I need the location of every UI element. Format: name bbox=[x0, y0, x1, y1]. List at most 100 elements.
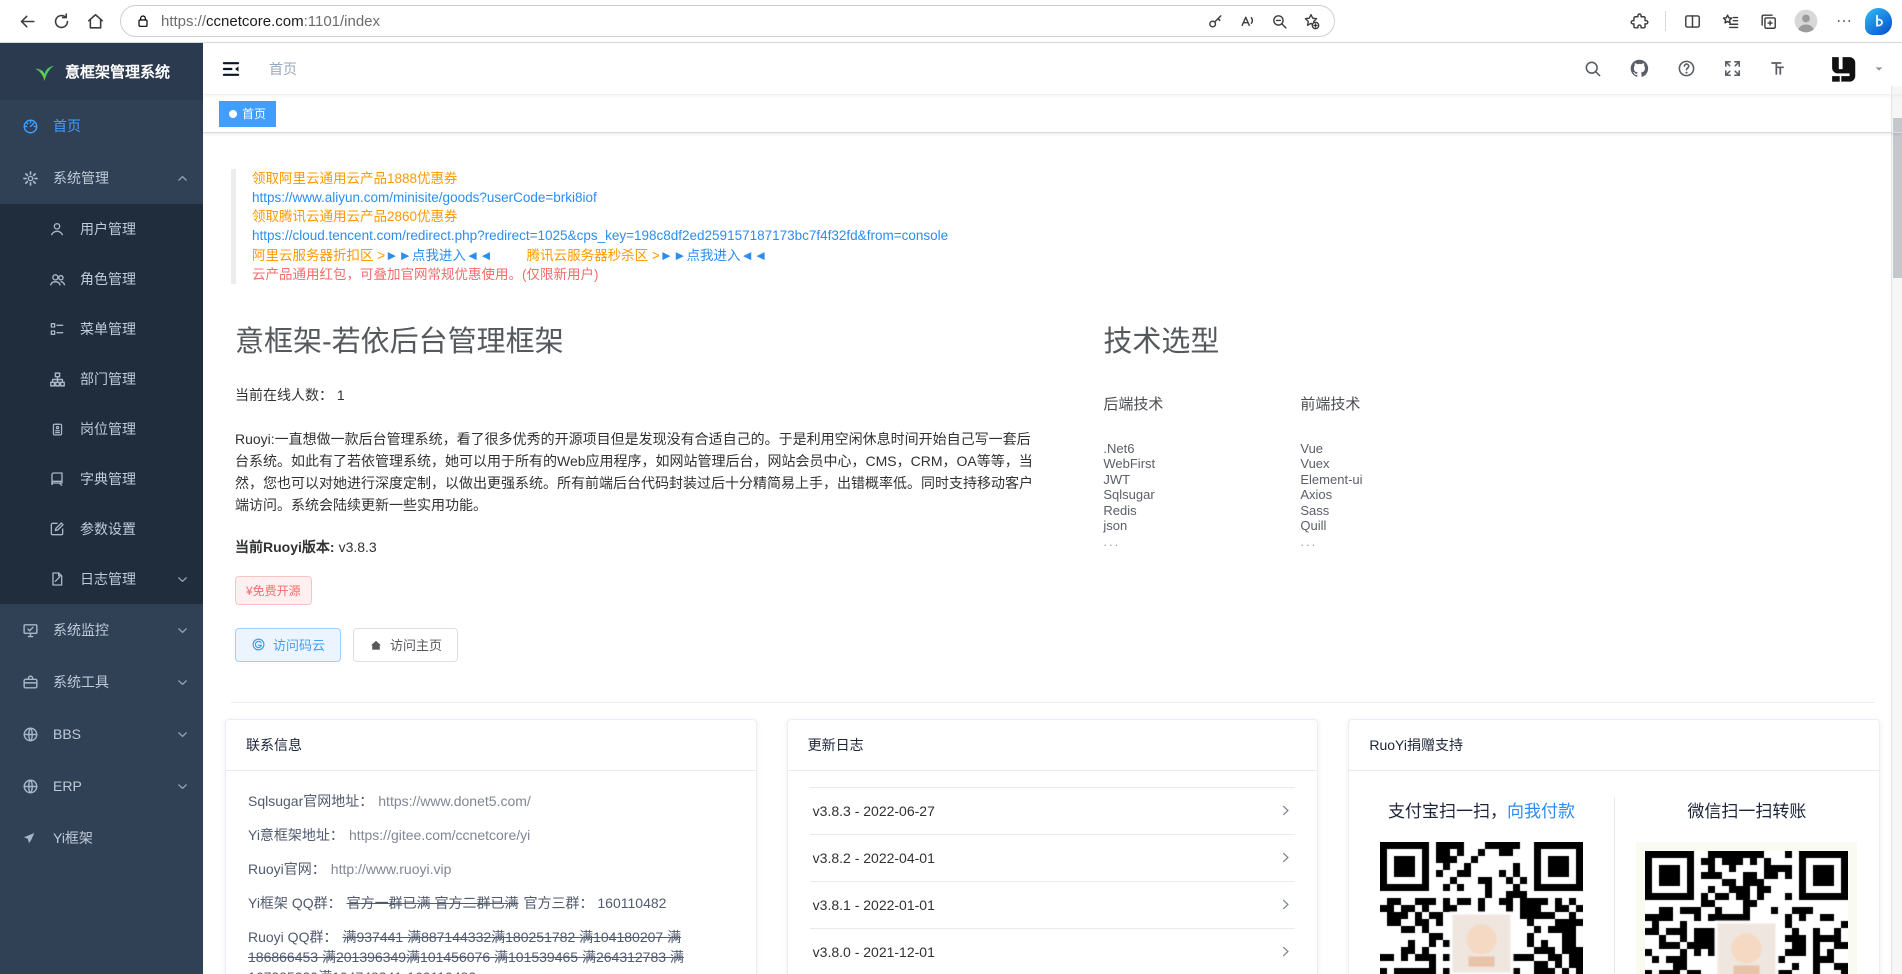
sidebar-item-dicts[interactable]: 字典管理 bbox=[0, 454, 203, 504]
browser-menu-icon[interactable] bbox=[1827, 4, 1861, 38]
section-divider bbox=[231, 702, 1874, 703]
sidebar-item-erp[interactable]: ERP bbox=[0, 760, 203, 812]
tech-item: Sass bbox=[1300, 503, 1497, 519]
donate-card: RuoYi捐赠支持 支付宝扫一扫，向我付款 微信扫一扫转账 bbox=[1348, 719, 1880, 974]
changelog-row[interactable]: v3.8.1 - 2022-01-01 bbox=[810, 882, 1296, 929]
tech-item: Redis bbox=[1103, 503, 1300, 519]
tencent-zone-label: 腾讯云服务器秒杀区 > bbox=[527, 248, 660, 263]
copilot-icon[interactable] bbox=[1865, 8, 1892, 35]
visit-gitee-button[interactable]: 访问码云 bbox=[235, 628, 341, 662]
sitemap-icon bbox=[47, 371, 67, 388]
alipay-title: 支付宝扫一扫，向我付款 bbox=[1388, 797, 1575, 822]
extensions-icon[interactable] bbox=[1622, 4, 1656, 38]
backend-tech-list: .Net6 WebFirst JWT Sqlsugar Redis json .… bbox=[1103, 441, 1300, 550]
tencent-coupon-link[interactable]: https://cloud.tencent.com/redirect.php?r… bbox=[252, 226, 1882, 245]
password-key-icon[interactable] bbox=[1200, 7, 1230, 35]
user-menu[interactable] bbox=[1825, 50, 1884, 88]
button-label: 访问主页 bbox=[390, 635, 442, 654]
chevron-right-icon bbox=[1279, 851, 1292, 864]
chevron-right-icon bbox=[1279, 898, 1292, 911]
fullscreen-icon[interactable] bbox=[1723, 59, 1742, 78]
contact-link[interactable]: https://gitee.com/ccnetcore/yi bbox=[349, 827, 530, 843]
font-size-icon[interactable] bbox=[1769, 59, 1790, 78]
visit-homepage-button[interactable]: 访问主页 bbox=[353, 628, 458, 662]
search-icon[interactable] bbox=[1583, 59, 1602, 78]
contact-link[interactable]: http://www.ruoyi.vip bbox=[331, 861, 452, 877]
sidebar-item-home[interactable]: 首页 bbox=[0, 100, 203, 152]
sidebar-item-menus[interactable]: 菜单管理 bbox=[0, 304, 203, 354]
contact-label: Sqlsugar官网地址： bbox=[248, 793, 373, 809]
contact-card: 联系信息 Sqlsugar官网地址：https://www.donet5.com… bbox=[225, 719, 757, 974]
contact-value: 官方三群： 160110482 bbox=[524, 895, 667, 911]
read-aloud-icon[interactable] bbox=[1232, 7, 1262, 35]
changelog-version: v3.8.0 - 2021-12-01 bbox=[813, 944, 935, 960]
button-label: 访问码云 bbox=[273, 635, 325, 654]
sidebar-item-tools[interactable]: 系统工具 bbox=[0, 656, 203, 708]
alipay-qr-code bbox=[1380, 842, 1583, 974]
sidebar-item-users[interactable]: 用户管理 bbox=[0, 204, 203, 254]
chevron-down-icon bbox=[177, 574, 188, 585]
app-logo: 意框架管理系统 bbox=[0, 43, 203, 100]
tech-item: Vuex bbox=[1300, 456, 1497, 472]
sidebar-item-posts[interactable]: 岗位管理 bbox=[0, 404, 203, 454]
sidebar: 意框架管理系统 首页 系统管理 用户管理 bbox=[0, 43, 203, 974]
sidebar-item-departments[interactable]: 部门管理 bbox=[0, 354, 203, 404]
sidebar-item-system[interactable]: 系统管理 bbox=[0, 152, 203, 204]
chevron-down-icon bbox=[177, 677, 188, 688]
chevron-right-icon bbox=[1279, 804, 1292, 817]
zoom-out-icon[interactable] bbox=[1264, 7, 1294, 35]
contact-row: Ruoyi官网：http://www.ruoyi.vip bbox=[248, 859, 734, 879]
wechat-title: 微信扫一扫转账 bbox=[1687, 797, 1806, 822]
sidebar-item-bbs[interactable]: BBS bbox=[0, 708, 203, 760]
changelog-row[interactable]: v3.8.3 - 2022-06-27 bbox=[810, 787, 1296, 835]
contact-struck-text: 官方一群已满 官方二群已满 bbox=[347, 895, 519, 911]
sidebar-item-roles[interactable]: 角色管理 bbox=[0, 254, 203, 304]
home-icon bbox=[369, 638, 383, 652]
changelog-row[interactable]: v3.8.0 - 2021-12-01 bbox=[810, 929, 1296, 974]
collections-icon[interactable] bbox=[1751, 4, 1785, 38]
changelog-row[interactable]: v3.8.2 - 2022-04-01 bbox=[810, 835, 1296, 882]
sidebar-item-monitor[interactable]: 系统监控 bbox=[0, 604, 203, 656]
tech-item: Vue bbox=[1300, 441, 1497, 457]
sidebar-item-label: 岗位管理 bbox=[80, 419, 136, 439]
contact-value: 160110482 bbox=[407, 969, 476, 974]
tencent-zone-link[interactable]: ►►点我进入◄◄ bbox=[660, 248, 767, 263]
help-icon[interactable] bbox=[1677, 59, 1696, 78]
split-screen-icon[interactable] bbox=[1675, 4, 1709, 38]
app-title: 意框架管理系统 bbox=[65, 61, 170, 82]
page-scrollbar[interactable] bbox=[1891, 86, 1902, 974]
sidebar-item-label: BBS bbox=[53, 726, 81, 742]
tab-home[interactable]: 首页 bbox=[219, 101, 276, 127]
browser-refresh-button[interactable] bbox=[44, 4, 78, 38]
sidebar-collapse-icon[interactable] bbox=[221, 59, 241, 79]
changelog-version: v3.8.3 - 2022-06-27 bbox=[813, 803, 935, 819]
sidebar-item-label: Yi框架 bbox=[53, 828, 93, 848]
toolbox-icon bbox=[20, 674, 40, 691]
alipay-pay-link[interactable]: 向我付款 bbox=[1507, 802, 1575, 821]
aliyun-coupon-link[interactable]: https://www.aliyun.com/minisite/goods?us… bbox=[252, 188, 1882, 207]
browser-home-button[interactable] bbox=[78, 4, 112, 38]
log-file-icon bbox=[47, 571, 67, 587]
favorites-icon[interactable] bbox=[1713, 4, 1747, 38]
intro-description: Ruoyi:一直想做一款后台管理系统，看了很多优秀的开源项目但是发现没有合适自己… bbox=[235, 428, 1037, 516]
alipay-title-text: 支付宝扫一扫， bbox=[1388, 802, 1507, 821]
github-icon[interactable] bbox=[1629, 58, 1650, 79]
browser-back-button[interactable] bbox=[10, 4, 44, 38]
browser-profile-avatar[interactable] bbox=[1789, 4, 1823, 38]
add-favorite-star-icon[interactable] bbox=[1296, 7, 1326, 35]
contact-row: Ruoyi QQ群：满937441 满887144332满180251782 满… bbox=[248, 927, 734, 974]
site-lock-icon[interactable] bbox=[135, 13, 151, 29]
address-bar[interactable]: https://ccnetcore.com:1101/index bbox=[120, 5, 1335, 37]
sidebar-item-logs[interactable]: 日志管理 bbox=[0, 554, 203, 604]
changelog-card-title: 更新日志 bbox=[788, 720, 1318, 771]
contact-label: Yi框架 QQ群： bbox=[248, 895, 342, 911]
frontend-tech-title: 前端技术 bbox=[1300, 393, 1497, 414]
scrollbar-thumb[interactable] bbox=[1893, 118, 1902, 278]
aliyun-zone-link[interactable]: ►►点我进入◄◄ bbox=[385, 248, 492, 263]
contact-link[interactable]: https://www.donet5.com/ bbox=[378, 793, 531, 809]
free-open-source-tag: ¥免费开源 bbox=[235, 576, 312, 605]
sidebar-item-yiframework[interactable]: Yi框架 bbox=[0, 812, 203, 864]
sidebar-item-params[interactable]: 参数设置 bbox=[0, 504, 203, 554]
chevron-down-icon bbox=[1874, 64, 1884, 74]
paper-plane-icon bbox=[20, 830, 40, 846]
